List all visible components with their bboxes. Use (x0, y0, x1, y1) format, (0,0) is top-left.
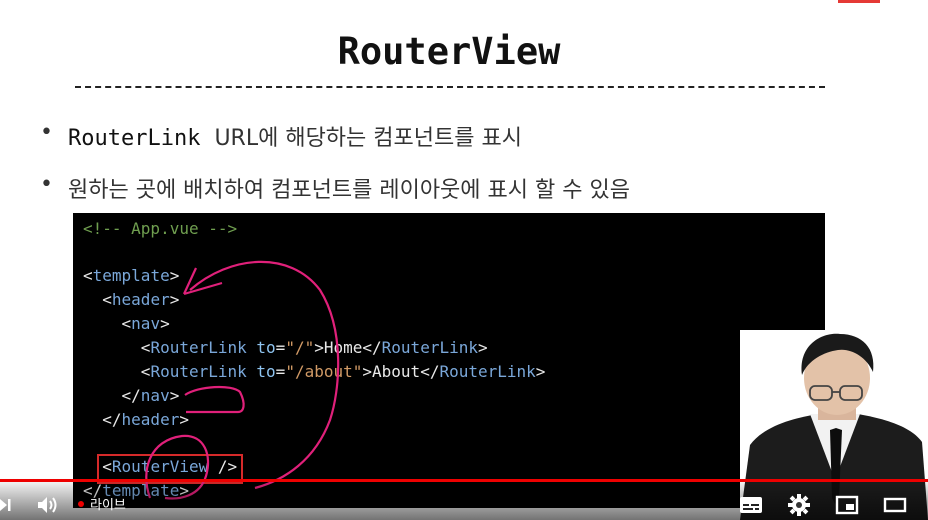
subtitles-button[interactable] (738, 492, 764, 518)
annotation-nav-mark (184, 385, 245, 414)
settings-icon (788, 494, 810, 516)
next-icon (0, 499, 11, 511)
settings-button[interactable] (786, 492, 812, 518)
progress-bar[interactable] (0, 479, 928, 482)
miniplayer-button[interactable] (834, 492, 860, 518)
live-badge[interactable]: 라이브 (78, 494, 126, 513)
annotation-arrow-curve (189, 260, 340, 490)
subtitles-icon (740, 497, 762, 513)
theater-icon (883, 497, 907, 513)
slide: RouterView • RouterLink URL에 해당하는 컴포넌트를 표… (0, 0, 928, 520)
live-dot-icon (78, 500, 84, 507)
miniplayer-icon (835, 495, 859, 515)
volume-icon (38, 497, 57, 513)
theater-button[interactable] (882, 492, 908, 518)
live-label: 라이브 (90, 498, 126, 513)
next-button[interactable] (0, 492, 12, 518)
volume-button[interactable] (34, 492, 62, 518)
